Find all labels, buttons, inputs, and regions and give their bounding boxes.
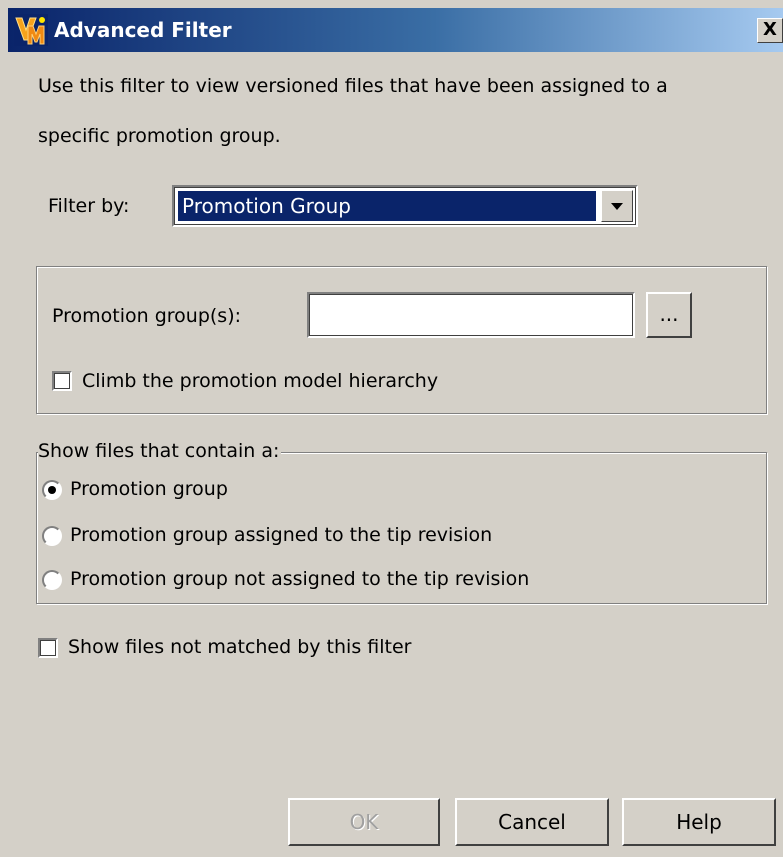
description-line-1: Use this filter to view versioned files … bbox=[38, 75, 668, 97]
radio-assigned-tip-revision-label: Promotion group assigned to the tip revi… bbox=[70, 524, 493, 546]
radio-not-assigned-tip-revision[interactable] bbox=[42, 570, 62, 590]
show-unmatched-checkbox[interactable] bbox=[38, 638, 58, 658]
promotion-groups-input[interactable] bbox=[307, 292, 635, 338]
filter-by-label: Filter by: bbox=[48, 195, 130, 217]
filter-by-select[interactable]: Promotion Group bbox=[172, 185, 638, 227]
description-line-2: specific promotion group. bbox=[38, 125, 281, 147]
ellipsis-icon: ... bbox=[659, 302, 679, 326]
radio-promotion-group-label: Promotion group bbox=[70, 478, 228, 500]
promotion-groups-label: Promotion group(s): bbox=[52, 305, 242, 327]
dropdown-arrow-icon[interactable] bbox=[601, 190, 633, 222]
cancel-button[interactable]: Cancel bbox=[455, 798, 609, 846]
show-unmatched-label: Show files not matched by this filter bbox=[68, 636, 412, 658]
radio-promotion-group[interactable] bbox=[42, 480, 62, 500]
radio-not-assigned-tip-revision-label: Promotion group not assigned to the tip … bbox=[70, 568, 530, 590]
climb-hierarchy-label: Climb the promotion model hierarchy bbox=[82, 370, 439, 392]
vm-app-icon bbox=[14, 14, 48, 46]
help-button[interactable]: Help bbox=[622, 798, 776, 846]
close-button[interactable]: X bbox=[757, 18, 783, 43]
advanced-filter-dialog: Advanced Filter X Use this filter to vie… bbox=[0, 0, 783, 857]
show-files-group-legend: Show files that contain a: bbox=[38, 440, 282, 462]
ok-button[interactable]: OK bbox=[288, 798, 440, 846]
climb-hierarchy-checkbox[interactable] bbox=[52, 371, 72, 391]
radio-assigned-tip-revision[interactable] bbox=[42, 526, 62, 546]
title-bar[interactable]: Advanced Filter X bbox=[8, 8, 783, 52]
filter-by-selected-value: Promotion Group bbox=[178, 191, 596, 221]
browse-promotion-groups-button[interactable]: ... bbox=[646, 292, 692, 338]
close-icon: X bbox=[763, 19, 777, 40]
window-title: Advanced Filter bbox=[54, 18, 232, 42]
